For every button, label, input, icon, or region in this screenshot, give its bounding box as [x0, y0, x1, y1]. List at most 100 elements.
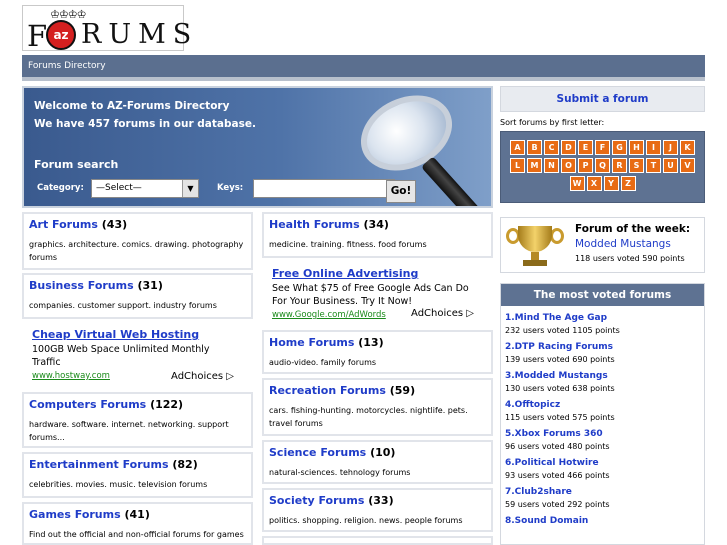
category-description: graphics. architecture. comics. drawing.…	[29, 240, 244, 262]
keys-input[interactable]	[253, 179, 395, 198]
letter-button-t[interactable]: T	[646, 158, 661, 173]
forum-of-week-label: Forum of the week:	[575, 223, 691, 235]
most-voted-forum-link[interactable]: 6.Political Hotwire	[505, 458, 704, 468]
list-item: 7.Club2share 59 users voted 292 points	[501, 487, 704, 509]
category-link-society[interactable]: Society Forums	[269, 494, 364, 507]
ad-unit-left: Cheap Virtual Web Hosting 100GB Web Spac…	[24, 326, 242, 384]
letter-button-v[interactable]: V	[680, 158, 695, 173]
sort-by-letter-label: Sort forums by first letter:	[500, 118, 605, 127]
category-link-home[interactable]: Home Forums	[269, 336, 354, 349]
go-button[interactable]: Go!	[386, 180, 416, 203]
letter-button-d[interactable]: D	[561, 140, 576, 155]
letter-button-f[interactable]: F	[595, 140, 610, 155]
category-link-art[interactable]: Art Forums	[29, 218, 98, 231]
submit-forum-button[interactable]: Submit a forum	[500, 86, 705, 112]
adchoices-link[interactable]: AdChoices ▷	[171, 371, 234, 382]
magnifier-lens-graphic	[348, 88, 465, 185]
list-item: 3.Modded Mustangs 130 users voted 638 poi…	[501, 371, 704, 393]
letter-button-n[interactable]: N	[544, 158, 559, 173]
most-voted-forum-link[interactable]: 1.Mind The Age Gap	[505, 313, 704, 323]
logo-letter-f: F	[27, 19, 48, 53]
most-voted-title: The most voted forums	[501, 284, 704, 306]
category-description: natural-sciences. tehnology forums	[269, 468, 411, 477]
chevron-down-icon[interactable]: ▼	[182, 180, 198, 197]
category-count: (34)	[363, 218, 389, 231]
letter-button-j[interactable]: J	[663, 140, 678, 155]
category-select[interactable]: —Select— ▼	[91, 179, 199, 198]
category-description: hardware. software. internet. networking…	[29, 420, 229, 442]
category-box-recreation: Recreation Forums (59) cars. fishing-hun…	[262, 378, 493, 436]
letter-button-h[interactable]: H	[629, 140, 644, 155]
category-description: companies. customer support. industry fo…	[29, 301, 217, 310]
forum-of-week-link[interactable]: Modded Mustangs	[575, 238, 671, 250]
letter-button-p[interactable]: P	[578, 158, 593, 173]
breadcrumb-forums-directory[interactable]: Forums Directory	[28, 61, 106, 71]
letter-button-u[interactable]: U	[663, 158, 678, 173]
letter-button-l[interactable]: L	[510, 158, 525, 173]
letter-row: LMNOPQRSTUV	[509, 158, 696, 176]
letter-button-x[interactable]: X	[586, 176, 602, 191]
letter-button-i[interactable]: I	[646, 140, 661, 155]
category-link-health[interactable]: Health Forums	[269, 218, 360, 231]
letter-button-g[interactable]: G	[612, 140, 627, 155]
letter-index: ABCDEFGHIJK LMNOPQRSTUV WXYZ	[500, 131, 705, 203]
category-label: Category:	[37, 183, 84, 193]
letter-button-e[interactable]: E	[578, 140, 593, 155]
most-voted-forum-link[interactable]: 7.Club2share	[505, 487, 704, 497]
category-count: (10)	[370, 446, 396, 459]
most-voted-forum-link[interactable]: 4.Offtopicz	[505, 400, 704, 410]
category-link-computers[interactable]: Computers Forums	[29, 398, 146, 411]
category-link-games[interactable]: Games Forums	[29, 508, 121, 521]
category-count: (41)	[124, 508, 150, 521]
az-forums-logo[interactable]: ♔♔♔♔ F az RUMS	[22, 5, 191, 53]
category-box-home: Home Forums (13) audio-video. family for…	[262, 330, 493, 374]
most-voted-forum-link[interactable]: 2.DTP Racing Forums	[505, 342, 704, 352]
most-voted-forum-link[interactable]: 5.Xbox Forums 360	[505, 429, 704, 439]
ad-unit-middle: Free Online Advertising See What $75 of …	[264, 265, 482, 321]
letter-button-m[interactable]: M	[527, 158, 542, 173]
category-link-entertainment[interactable]: Entertainment Forums	[29, 458, 169, 471]
letter-button-b[interactable]: B	[527, 140, 542, 155]
category-select-value: —Select—	[96, 183, 142, 193]
category-count: (13)	[358, 336, 384, 349]
letter-button-y[interactable]: Y	[603, 176, 619, 191]
category-count: (31)	[137, 279, 163, 292]
category-link-science[interactable]: Science Forums	[269, 446, 366, 459]
category-count: (59)	[389, 384, 416, 397]
category-box-society: Society Forums (33) politics. shopping. …	[262, 488, 493, 532]
letter-button-c[interactable]: C	[544, 140, 559, 155]
letter-button-s[interactable]: S	[629, 158, 644, 173]
most-voted-list: 1.Mind The Age Gap 232 users voted 1105 p…	[501, 313, 704, 526]
most-voted-forum-link[interactable]: 8.Sound Domain	[505, 516, 704, 526]
adchoices-link[interactable]: AdChoices ▷	[407, 308, 474, 319]
most-voted-forum-votes: 115 users voted 575 points	[505, 413, 615, 422]
category-link-recreation[interactable]: Recreation Forums	[269, 384, 386, 397]
ad-body: 100GB Web Space Unlimited Monthly Traffi…	[32, 344, 210, 368]
letter-button-a[interactable]: A	[510, 140, 525, 155]
most-voted-forum-votes: 93 users voted 466 points	[505, 471, 610, 480]
ad-title-link[interactable]: Free Online Advertising	[272, 267, 474, 280]
category-description: politics. shopping. religion. news. peop…	[269, 516, 463, 525]
category-count: (43)	[101, 218, 128, 231]
ad-title-link[interactable]: Cheap Virtual Web Hosting	[32, 328, 234, 341]
category-link-business[interactable]: Business Forums	[29, 279, 134, 292]
most-voted-forums: The most voted forums 1.Mind The Age Gap…	[500, 283, 705, 545]
ad-body: See What $75 of Free Google Ads Can Do F…	[272, 283, 469, 307]
category-count: (122)	[150, 398, 184, 411]
letter-row: ABCDEFGHIJK	[509, 140, 696, 158]
nav-divider	[22, 77, 705, 81]
letter-button-z[interactable]: Z	[620, 176, 636, 191]
letter-button-r[interactable]: R	[612, 158, 627, 173]
most-voted-forum-link[interactable]: 3.Modded Mustangs	[505, 371, 704, 381]
letter-button-w[interactable]: W	[569, 176, 585, 191]
category-box-partial	[262, 536, 493, 545]
category-box-art: Art Forums (43) graphics. architecture. …	[22, 212, 253, 270]
list-item: 2.DTP Racing Forums 139 users voted 690 p…	[501, 342, 704, 364]
list-item: 1.Mind The Age Gap 232 users voted 1105 p…	[501, 313, 704, 335]
letter-button-k[interactable]: K	[680, 140, 695, 155]
letter-button-o[interactable]: O	[561, 158, 576, 173]
most-voted-forum-votes: 139 users voted 690 points	[505, 355, 615, 364]
letter-row: WXYZ	[509, 176, 696, 194]
letter-button-q[interactable]: Q	[595, 158, 610, 173]
category-count: (82)	[172, 458, 198, 471]
